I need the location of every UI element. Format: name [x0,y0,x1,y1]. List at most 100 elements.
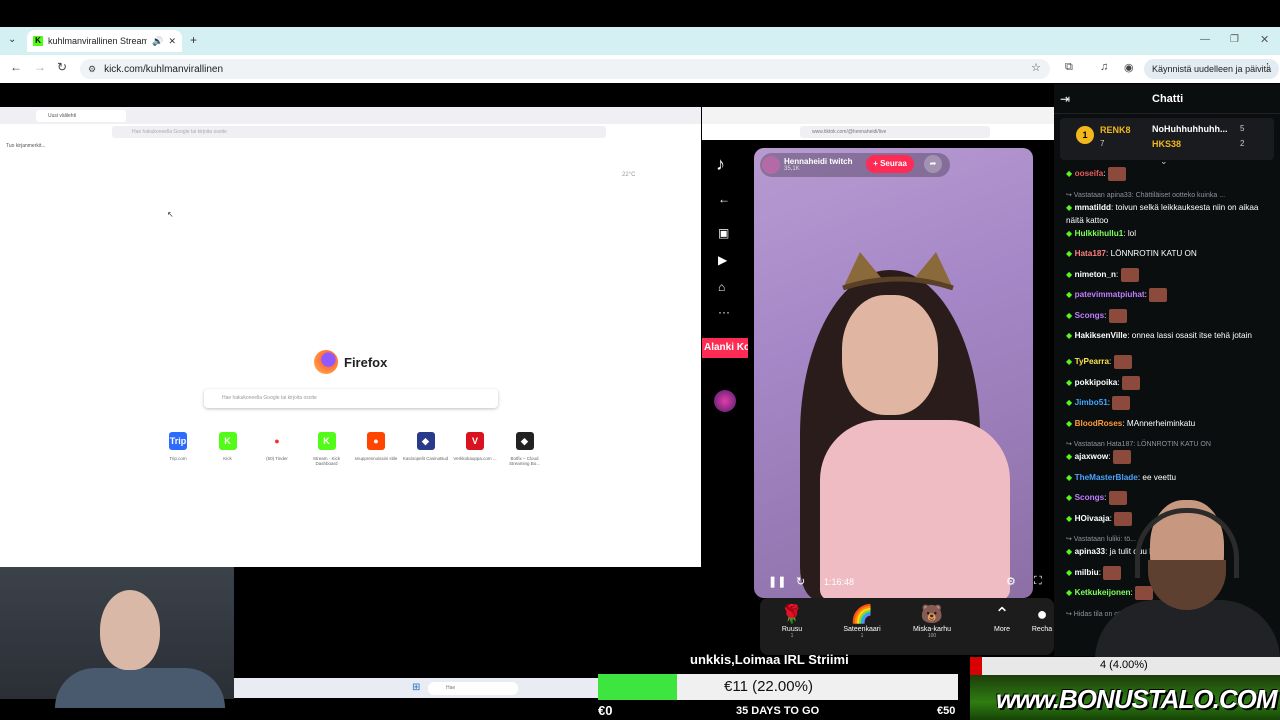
chat-username[interactable]: Ketkukeijonen [1075,588,1131,597]
profile-avatar[interactable] [714,390,736,412]
gift-item[interactable]: 🐻 Miska-karhu 100 [897,602,967,639]
badge-icon: ◆ [1066,310,1075,320]
live-tv-icon[interactable]: ▣ [718,226,729,240]
gift-item[interactable]: 🌹 Ruusu 1 [757,602,827,639]
emote-icon [1112,450,1131,464]
firefox-address-bar[interactable]: Hae hakukoneella Google tai kirjoita oso… [112,126,606,138]
chat-username[interactable]: ajaxwow [1075,452,1109,461]
shortcut-label: Stream · Kick Dashboard [312,456,340,466]
shortcut-icon: K [218,432,237,450]
fullscreen-icon[interactable]: ⛶ [1034,575,1042,588]
shortcut-tile[interactable]: K Kick [205,432,251,461]
profile-icon[interactable]: ◉ [1124,61,1134,74]
firefox-logo-text: Firefox [344,354,388,370]
new-tab-icon[interactable]: + [190,33,197,47]
leader-name[interactable]: RENK8 [1100,125,1131,135]
chat-message: ◆ Hulkkihullu1: lol [1066,228,1137,238]
host-info[interactable]: Hennaheidi twitch 35,1K [760,153,950,177]
extensions-icon[interactable]: ⧉ [1065,61,1073,74]
browser-tab[interactable]: K kuhlmanvirallinen Stream 🔊 ✕ [27,30,182,52]
gift-item[interactable]: ● Recha [1030,602,1054,633]
leader-name[interactable]: HKS38 [1152,139,1181,149]
address-bar[interactable]: ⚙ kick.com/kuhlmanvirallinen [80,59,1050,79]
firefox-bookmarks-bar[interactable]: Tuo kirjanmerkit... [6,143,46,149]
emote-icon [1135,586,1154,600]
chat-username[interactable]: pokkipoika [1075,378,1118,387]
subgoal-text: 4 (4.00%) [1100,659,1148,671]
shortcut-label: Verkkokauppa.com ... [453,456,497,461]
pause-icon[interactable]: ❚❚ [768,575,786,588]
chat-username[interactable]: patevimmatpiuhat [1075,290,1145,299]
tiktok-address-bar[interactable]: www.tiktok.com/@hennaheidi/live [800,126,990,138]
restart-update-button[interactable]: Käynnistä uudelleen ja päivitä [1144,59,1280,79]
more-dots-icon[interactable]: ··· [718,305,730,319]
minimize-icon[interactable]: — [1200,34,1210,45]
chat-username[interactable]: Scongs [1075,493,1105,502]
settings-icon[interactable]: ⚙ [1006,575,1016,588]
video-icon[interactable]: ▶ [718,253,727,267]
site-info-icon[interactable]: ⚙ [88,64,96,75]
shortcut-tile[interactable]: V Verkkokauppa.com ... [452,432,498,461]
media-control-icon[interactable]: ♫ [1100,61,1108,73]
share-icon[interactable]: ➦ [924,155,942,173]
chat-username[interactable]: milbiu [1075,568,1099,577]
gift-name: Sateenkaari [843,626,881,633]
chat-username[interactable]: Scongs [1075,311,1105,320]
chat-username[interactable]: Hata187 [1075,249,1106,258]
chat-username[interactable]: mmatildd [1075,203,1111,212]
goal-end: €50 [937,705,956,717]
chat-username[interactable]: apina33 [1075,547,1106,556]
reload-icon[interactable]: ↻ [57,60,67,74]
chat-username[interactable]: TheMasterBlade [1075,473,1138,482]
firefox-window [0,107,701,567]
chat-username[interactable]: nimeton_n [1075,270,1116,279]
shortcut-tile[interactable]: ◆ Botfix – Cloud Streaming Bo... [502,432,548,466]
forward-icon[interactable]: → [34,60,46,74]
promo-banner[interactable]: Alanki Kolik [702,338,748,358]
gift-item[interactable]: 🌈 Sateenkaari 1 [827,602,897,639]
restore-icon[interactable]: ❐ [1230,34,1239,45]
shortcut-tile[interactable]: K Stream · Kick Dashboard [304,432,350,466]
firefox-tab[interactable]: Uusi välilehti [36,110,126,122]
chat-username[interactable]: BloodRoses [1075,419,1123,428]
chat-text: ee veettu [1142,472,1177,482]
taskbar-search[interactable]: Hae [428,682,518,695]
tab-list-icon[interactable]: ⌄ [8,34,16,45]
gift-item[interactable]: ⌃ More [967,602,1037,633]
firefox-logo: Firefox [314,350,387,374]
menu-dots-icon[interactable]: ⋮ [1262,61,1273,74]
badge-icon: ◆ [1066,357,1075,367]
leader-name[interactable]: NoHuhhuhhuhh... [1152,124,1227,134]
chat-username[interactable]: Hulkkihullu1 [1075,229,1124,238]
shortcut-tile[interactable]: Trip Trip.com [155,432,201,461]
windows-start-icon[interactable]: ⊞ [412,682,420,693]
shortcut-tile[interactable]: ◆ Kasinopelit CasinoBud [403,432,449,461]
expand-leaderboard-icon[interactable]: ⌄ [1160,156,1168,167]
follow-button[interactable]: + Seuraa [866,155,914,173]
back-icon[interactable]: ← [10,60,22,74]
shortcut-tile[interactable]: ● (50) Tinder [254,432,300,461]
leader-count: 5 [1240,124,1245,133]
chat-username[interactable]: Jimbo51 [1075,398,1108,407]
chat-username[interactable]: HakiksenVille [1075,331,1128,340]
firefox-search-input[interactable]: Hae hakukoneella Google tai kirjoita oso… [204,389,498,408]
badge-icon: ◆ [1066,398,1075,408]
explore-icon[interactable]: ⌂ [718,280,725,294]
shortcut-tile[interactable]: ● snuppresnoissini stile [353,432,399,461]
refresh-icon[interactable]: ↻ [796,575,805,588]
chat-username[interactable]: HOivaaja [1075,514,1110,523]
speaker-icon[interactable]: 🔊 [152,36,163,47]
bookmark-star-icon[interactable]: ☆ [1031,61,1041,74]
chat-text: lol [1127,228,1137,238]
weather-widget[interactable]: 22°C [622,172,635,178]
emote-icon [1113,355,1132,369]
close-window-icon[interactable]: ✕ [1260,33,1269,46]
close-tab-icon[interactable]: ✕ [168,36,176,47]
tiktok-logo-icon[interactable]: ♪ [716,154,725,175]
back-arrow-icon[interactable]: ← [718,192,730,206]
window-top-bar [0,0,1280,27]
chat-username[interactable]: TyPearra [1075,357,1109,366]
chat-collapse-icon[interactable]: ⇥ [1060,92,1070,106]
shortcut-icon: ◆ [515,432,534,450]
chat-username[interactable]: ooseifa [1075,169,1104,178]
